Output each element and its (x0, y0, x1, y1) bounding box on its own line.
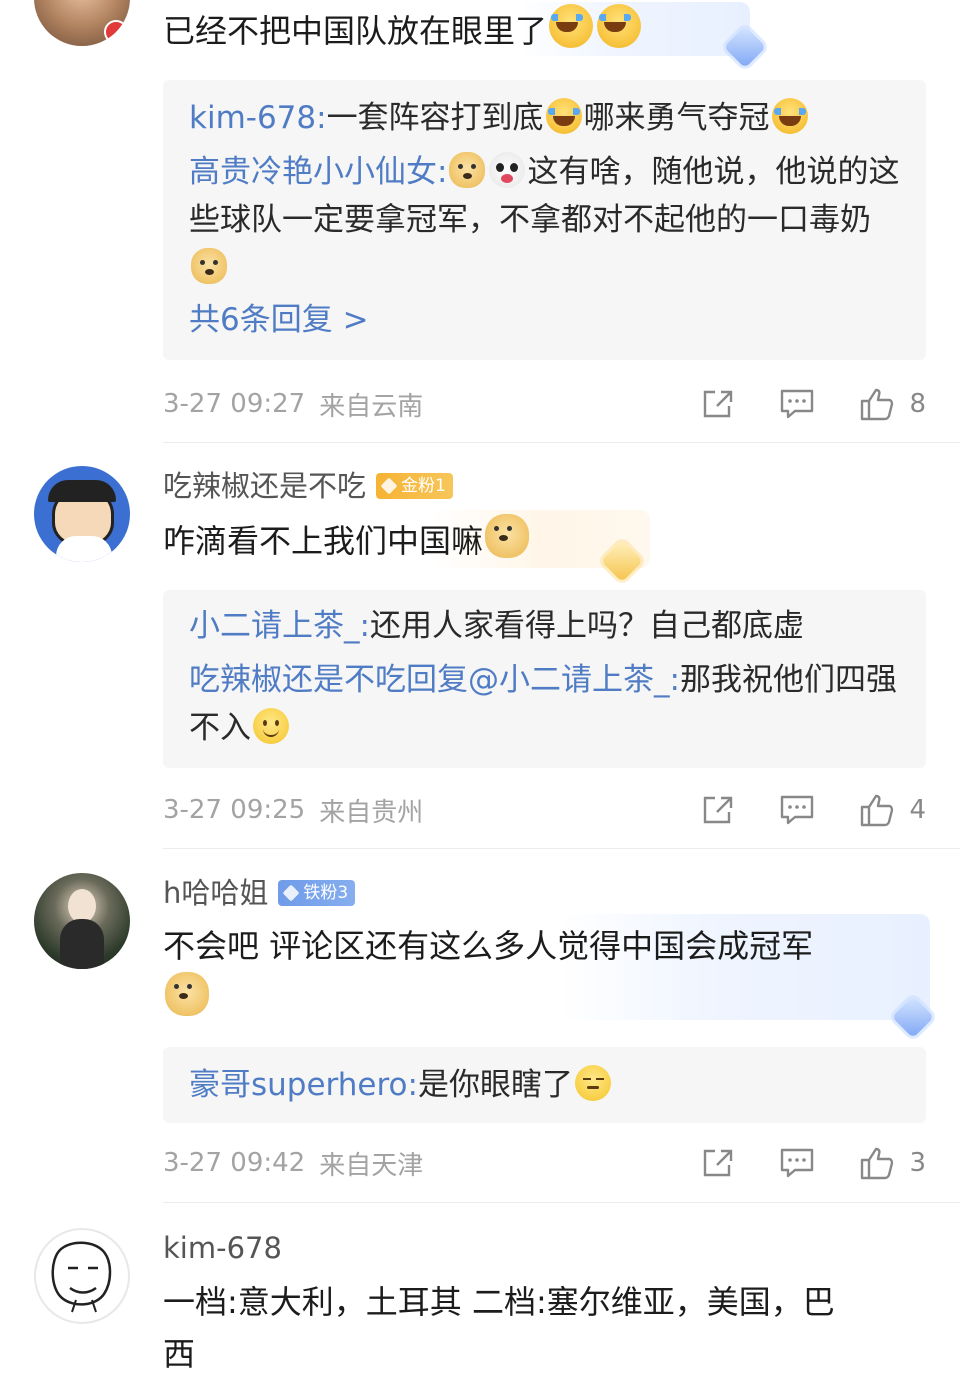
reply-box[interactable]: 小二请上茶_:还用人家看得上吗？自己都底虚 吃辣椒还是不吃回复@小二请上茶_:那… (163, 590, 926, 768)
comment-icon (781, 795, 814, 825)
reply-username[interactable]: kim-678: (189, 100, 327, 136)
timestamp: 3-27 09:25 (163, 795, 306, 825)
comment-icon (781, 389, 814, 419)
divider (163, 442, 960, 443)
avatar[interactable] (34, 1228, 130, 1324)
reply-username[interactable]: 高贵冷艳小小仙女: (189, 154, 447, 190)
fan-badge: 金粉1 (376, 473, 453, 499)
like-button[interactable]: 4 (859, 793, 926, 827)
avatar[interactable] (34, 0, 130, 46)
laugh-cry-emoji (597, 4, 642, 48)
like-button[interactable]: 8 (859, 387, 926, 421)
avatar[interactable] (34, 466, 130, 562)
location: 来自贵州 (319, 797, 424, 828)
comment-text: 已经不把中国队放在眼里了 (163, 4, 926, 57)
comment-icon (781, 1148, 814, 1178)
share-icon (704, 390, 733, 418)
reply-username[interactable]: 豪哥superhero: (189, 1067, 418, 1103)
badge-icon (282, 884, 300, 902)
comment-text: 咋滴看不上我们中国嘛 (163, 514, 926, 567)
share-button[interactable] (701, 794, 735, 826)
share-button[interactable] (701, 1147, 735, 1179)
doge-emoji (449, 152, 486, 188)
reply-box[interactable]: 豪哥superhero:是你眼瞎了 (163, 1047, 926, 1123)
reply-username[interactable]: 小二请上茶_: (189, 608, 370, 644)
smile-emoji (253, 708, 289, 744)
comment-button[interactable] (779, 388, 815, 420)
more-replies-link[interactable]: 共6条回复 > (189, 294, 900, 346)
comment-button[interactable] (779, 794, 815, 826)
timestamp: 3-27 09:27 (163, 389, 306, 419)
comment-meta: 3-27 09:27 来自云南 8 (163, 384, 926, 424)
reply-item[interactable]: 吃辣椒还是不吃回复@小二请上茶_:那我祝他们四强不入 (189, 656, 900, 752)
like-count: 3 (909, 1148, 926, 1178)
like-icon (861, 794, 894, 827)
laugh-cry-emoji (545, 98, 582, 134)
username[interactable]: h哈哈姐 铁粉3 (163, 873, 926, 913)
panda-emoji (489, 152, 526, 188)
like-icon (861, 388, 894, 421)
doge-emoji (191, 248, 227, 284)
meme-face-icon (51, 1241, 112, 1313)
timestamp: 3-27 09:42 (163, 1148, 306, 1178)
doge-emoji (165, 972, 209, 1016)
username[interactable]: 吃辣椒还是不吃 金粉1 (163, 466, 926, 506)
laugh-cry-emoji (549, 4, 594, 48)
badge-icon (380, 477, 398, 495)
reply-item[interactable]: kim-678:一套阵容打到底 哪来勇气夺冠 (189, 92, 900, 144)
like-count: 8 (909, 389, 926, 419)
comment-text: 不会吧 评论区还有这么多人觉得中国会成冠军 (163, 920, 926, 1025)
share-icon (704, 1149, 733, 1177)
doge-emoji (485, 514, 530, 558)
share-icon (704, 796, 733, 824)
username[interactable]: kim-678 (163, 1228, 926, 1268)
reply-item[interactable]: 小二请上茶_:还用人家看得上吗？自己都底虚 (189, 600, 900, 652)
fan-badge: 铁粉3 (278, 880, 356, 906)
reply-username[interactable]: 吃辣椒还是不吃回复@小二请上茶_: (189, 662, 680, 698)
like-count: 4 (909, 795, 926, 825)
reply-item[interactable]: 豪哥superhero:是你眼瞎了 (189, 1059, 900, 1111)
share-button[interactable] (701, 388, 735, 420)
divider (163, 848, 960, 849)
comment-button[interactable] (779, 1147, 815, 1179)
laugh-cry-emoji (771, 98, 808, 134)
reply-box[interactable]: kim-678:一套阵容打到底 哪来勇气夺冠 高贵冷艳小小仙女: 这有啥，随他说，他… (163, 80, 926, 360)
avatar[interactable] (34, 873, 130, 969)
divider (163, 1202, 960, 1203)
reply-item[interactable]: 高贵冷艳小小仙女: 这有啥，随他说，他说的这些球队一定要拿冠军，不拿都对不起他的一… (189, 148, 900, 292)
location: 来自云南 (319, 391, 424, 422)
comment-meta: 3-27 09:42 来自天津 3 (163, 1143, 926, 1183)
location: 来自天津 (319, 1150, 424, 1181)
comment-meta: 3-27 09:25 来自贵州 4 (163, 790, 926, 830)
comment-text: 一档:意大利，土耳其 二档:塞尔维亚，美国，巴西 (163, 1283, 835, 1373)
like-button[interactable]: 3 (859, 1146, 926, 1180)
like-icon (861, 1147, 894, 1180)
wink-emoji (574, 1065, 611, 1101)
